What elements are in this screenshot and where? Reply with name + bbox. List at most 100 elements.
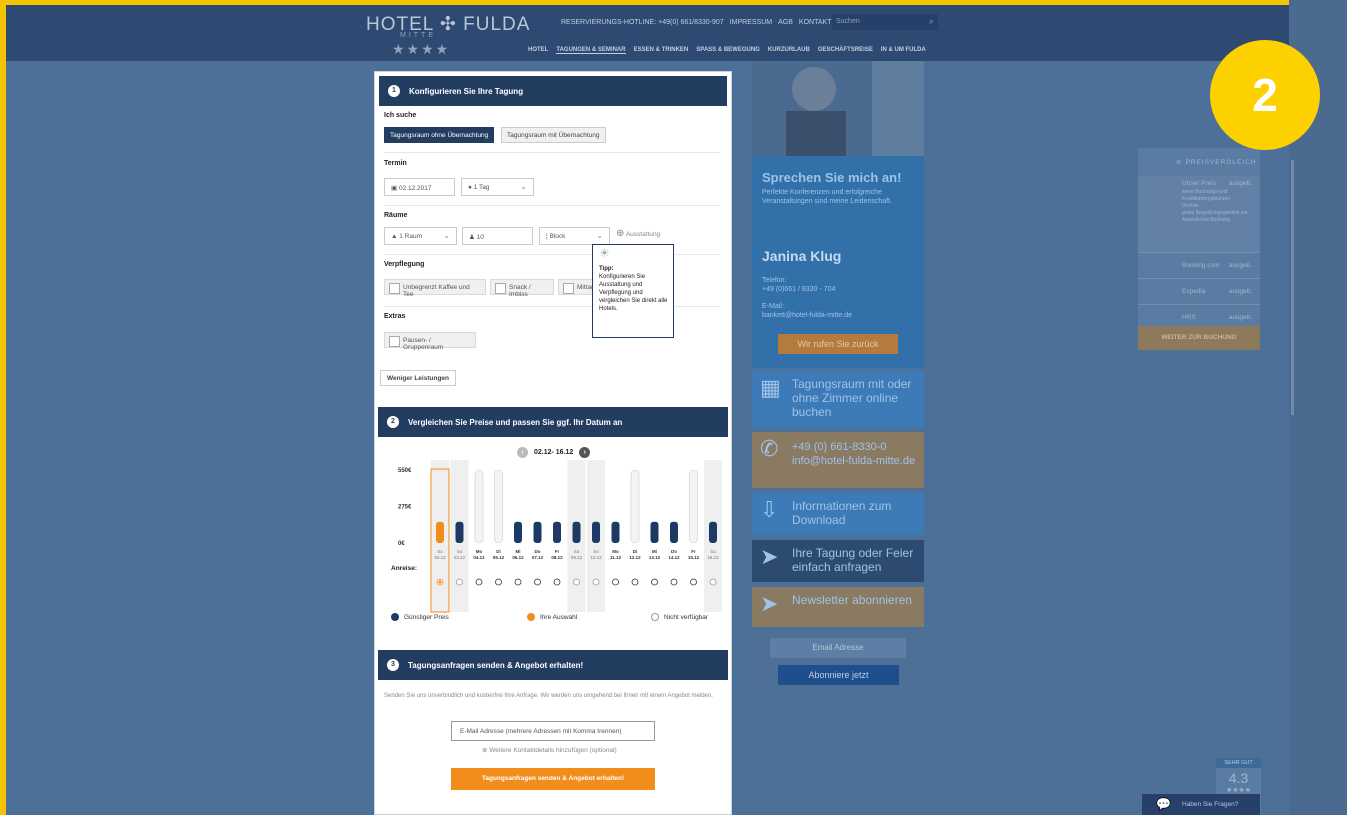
seating-select[interactable]: ¦ Block ⌄ [539,227,610,245]
day-label: So [593,549,599,554]
legend-unavailable-label: Nicht verfügbar [664,613,709,621]
nav-spass[interactable]: SPASS & BEWEGUNG [696,47,760,54]
step2-wrapper: 2 Vergleichen Sie Preise und passen Sie … [374,403,732,437]
nav-fulda[interactable]: IN & UM FULDA [881,47,926,54]
search-input[interactable]: Suchen ⌕ [832,14,938,30]
nav-essen[interactable]: ESSEN & TRINKEN [634,47,689,54]
main-nav: HOTEL TAGUNGEN & SEMINAR ESSEN & TRINKEN… [528,47,926,54]
scrollbar[interactable] [1291,160,1294,415]
download-icon: ⇩ [760,497,779,522]
our-price-label: Unser Preis [1182,180,1216,187]
submit-request-button[interactable]: Tagungsanfragen senden & Angebot erhalte… [451,768,655,790]
legend-cheapest: Günstiger Preis [391,613,449,621]
price-bar [592,521,600,543]
phone-label: Telefon: [762,277,787,284]
chat-label: Haben Sie Fragen? [1182,801,1239,808]
chevron-down-icon: ⌄ [443,231,450,240]
kontakt-link[interactable]: KONTAKT [799,19,832,26]
date-value: 02.12.2017 [398,185,432,192]
extra-option-breakroom[interactable]: Pausen- / Gruppenraum [384,332,476,351]
catering-option-lunch[interactable]: Mittag [558,279,596,295]
chat-button[interactable]: 💬 Haben Sie Fragen? [1142,794,1260,815]
arrival-label: Anreise: [391,565,418,572]
contact-box: Sprechen Sie mich an! Perfekte Konferenz… [752,156,924,368]
newsletter-email-input[interactable]: Email Adresse [770,638,906,658]
search-icon[interactable]: ⌕ [929,16,934,27]
tile-request-label: Ihre Tagung oder Feier einfach anfragen [792,546,914,574]
hotline-link[interactable]: RESERVIERUNGS-HOTLINE: +49(0) 661/8330-9… [561,19,724,26]
day-label: Sa [574,549,580,554]
tile-request[interactable]: ➤ Ihre Tagung oder Feier einfach anfragen [752,540,924,582]
tab-without-overnight[interactable]: Tagungsraum ohne Übernachtung [384,127,495,143]
arrival-radio [573,578,580,586]
persons-field[interactable]: ♟ 10 [462,227,533,245]
callback-button[interactable]: Wir rufen Sie zurück [778,334,898,354]
add-contact-label: Weitere Kontaktdetails hinzufügen (optio… [489,747,617,754]
catering-option-snack[interactable]: Snack / Imbiss [490,279,554,298]
cheapest-dot-icon [391,613,399,621]
day-label: So [457,549,463,554]
hotel-logo[interactable]: HOTEL ✣ FULDA [366,13,530,36]
catering-label: Verpflegung [384,261,425,268]
contact-details: Telefon: +49 (0)661 / 8330 - 704 E-Mail:… [762,276,852,320]
price-bar [709,521,717,543]
nav-geschaeftsreise[interactable]: GESCHÄFTSREISE [818,47,873,54]
rooms-select[interactable]: ▲ 1 Raum ⌄ [384,227,457,245]
tile-newsletter[interactable]: ➤ Newsletter abonnieren [752,587,924,627]
nav-tagungen[interactable]: TAGUNGEN & SEMINAR [556,47,626,54]
tile-download[interactable]: ⇩ Informationen zum Download [752,493,924,535]
legend-cheapest-label: Günstiger Preis [404,613,449,621]
rating-value: 4.3 [1228,770,1249,786]
arrival-radio-dot [438,580,442,584]
day-label: Mi [652,549,657,554]
nav-hotel[interactable]: HOTEL [528,47,548,54]
equipment-button[interactable]: ⊕ Ausstattung [616,228,660,239]
impressum-link[interactable]: IMPRESSUM [730,19,772,26]
provider-value: ausgeb. [1228,288,1252,295]
day-label: Di [496,549,501,554]
search-label: Ich suche [384,112,417,119]
duration-select[interactable]: ● 1 Tag ⌄ [461,178,534,196]
agb-link[interactable]: AGB [778,19,793,26]
plus-circle-icon: ⊕ [616,228,625,239]
catering-option-coffee[interactable]: Unbegrenzt Kaffee und Tee [384,279,486,298]
newsletter-subscribe-button[interactable]: Abonniere jetzt [778,665,899,685]
less-services-button[interactable]: Weniger Leistungen [380,370,456,386]
tab-with-overnight[interactable]: Tagungsraum mit Übernachtung [501,127,606,143]
arrival-radio [690,578,697,586]
tip-title: Tipp: [599,266,614,272]
search-placeholder: Suchen [836,18,860,25]
date-label: 14.12 [668,555,680,560]
provider-value: ausgeb. [1228,262,1252,269]
arrival-radio [592,578,600,586]
hotel-stars: ★★★★ [392,41,451,57]
our-price-value: ausgeb. [1228,180,1252,187]
equipment-label: Ausstattung [625,231,661,238]
phone-value[interactable]: +49 (0)661 / 8330 - 704 [762,285,852,294]
arrival-radio [670,578,678,586]
date-label: 04.12 [473,555,485,560]
email-label: E-Mail: [762,303,784,310]
step3-header: 3 Tagungsanfragen senden & Angebot erhal… [378,650,728,680]
date-label: 09.12 [571,555,583,560]
arrival-radio [631,578,639,586]
step1-header: 1 Konfigurieren Sie Ihre Tagung [379,76,727,106]
calendar-icon: ▦ [760,375,781,400]
tile-phone-contact[interactable]: ✆ +49 (0) 661-8330-0 info@hotel-fulda-mit… [752,432,924,488]
rating-label: SEHR GUT [1216,758,1261,768]
contact-sub: Perfekte Konferenzen und erfolgreiche Ve… [762,189,892,205]
nav-kurzurlaub[interactable]: KURZURLAUB [768,47,810,54]
tile-book-online[interactable]: ▦ Tagungsraum mit oder ohne Zimmer online… [752,371,924,427]
rooms-value: 1 Raum [399,233,423,240]
add-contact-details[interactable]: ⊕ Weitere Kontaktdetails hinzufügen (opt… [482,746,617,754]
email-input[interactable]: E-Mail Adresse (mehrere Adressen mit Kom… [451,721,655,741]
divider [384,205,720,206]
paper-plane-icon: ➤ [760,544,779,569]
continue-booking-button[interactable]: WEITER ZUR BUCHUNG [1138,326,1260,350]
email-value[interactable]: bankett@hotel-fulda-mitte.de [762,311,852,320]
phone-icon: ✆ [760,436,779,461]
date-field[interactable]: ▣ 02.12.2017 [384,178,455,196]
day-label: Do [535,549,541,554]
date-label: 16.12 [707,555,719,560]
arrival-radio [456,578,463,586]
